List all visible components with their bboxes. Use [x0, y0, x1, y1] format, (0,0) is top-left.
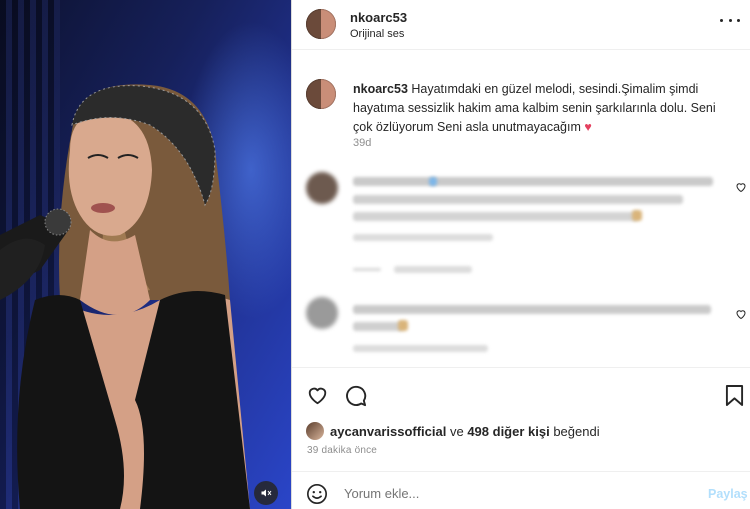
bookmark-icon [725, 385, 744, 406]
liker-avatar[interactable] [306, 422, 324, 440]
likes-summary: aycanvarissofficial ve 498 diğer kişi be… [306, 422, 600, 440]
blurred-emoji [398, 320, 408, 331]
speaker-muted-icon [261, 489, 272, 497]
comment-avatar [306, 297, 338, 329]
blurred-text [353, 305, 711, 314]
caption-username[interactable]: nkoarc53 [353, 82, 408, 96]
post-media[interactable] [0, 0, 291, 509]
post-timestamp[interactable]: 39 dakika önce [307, 445, 377, 456]
blurred-replies-line [353, 268, 381, 271]
more-options-icon [720, 18, 740, 22]
first-liker[interactable]: aycanvarissofficial [330, 424, 446, 439]
caption-avatar[interactable] [306, 79, 336, 109]
audio-label[interactable]: Orijinal ses [350, 28, 404, 40]
share-button[interactable]: Paylaş [708, 487, 748, 501]
like-button[interactable] [306, 384, 329, 406]
blurred-emoji [632, 210, 642, 221]
comment-avatar [306, 172, 338, 204]
author-username[interactable]: nkoarc53 [350, 10, 407, 25]
more-options-button[interactable] [720, 16, 740, 24]
actions-divider [292, 367, 750, 368]
caption-text: Hayatımdaki en güzel melodi, sesindi.Şim… [353, 82, 716, 134]
blurred-emoji [429, 177, 437, 186]
blurred-replies [394, 266, 472, 273]
caption: nkoarc53 Hayatımdaki en güzel melodi, se… [353, 80, 733, 137]
heart-icon [308, 387, 327, 405]
save-button[interactable] [725, 385, 744, 406]
other-likers[interactable]: 498 diğer kişi [467, 424, 549, 439]
comment-icon [346, 385, 367, 407]
comment-button[interactable] [344, 384, 367, 407]
blurred-meta [353, 345, 488, 352]
caption-age[interactable]: 39d [353, 137, 371, 149]
blurred-text [353, 177, 713, 186]
post-header: nkoarc53 Orijinal ses [292, 0, 750, 50]
heart-icon[interactable] [735, 181, 747, 193]
heart-icon[interactable] [735, 308, 747, 320]
emoji-button[interactable] [306, 483, 328, 505]
blurred-meta [353, 234, 493, 241]
emoji-icon [307, 484, 327, 504]
heart-emoji: ♥ [584, 120, 592, 134]
author-avatar[interactable] [306, 9, 336, 39]
singer-photo [0, 84, 250, 509]
blurred-text [353, 322, 403, 331]
blurred-text [353, 195, 683, 204]
likes-suffix: beğendi [549, 423, 600, 439]
likes-connector: ve [446, 423, 468, 439]
panel-divider [291, 0, 292, 509]
mute-button[interactable] [254, 481, 278, 505]
blurred-text [353, 212, 638, 221]
comment-input[interactable] [344, 486, 684, 501]
